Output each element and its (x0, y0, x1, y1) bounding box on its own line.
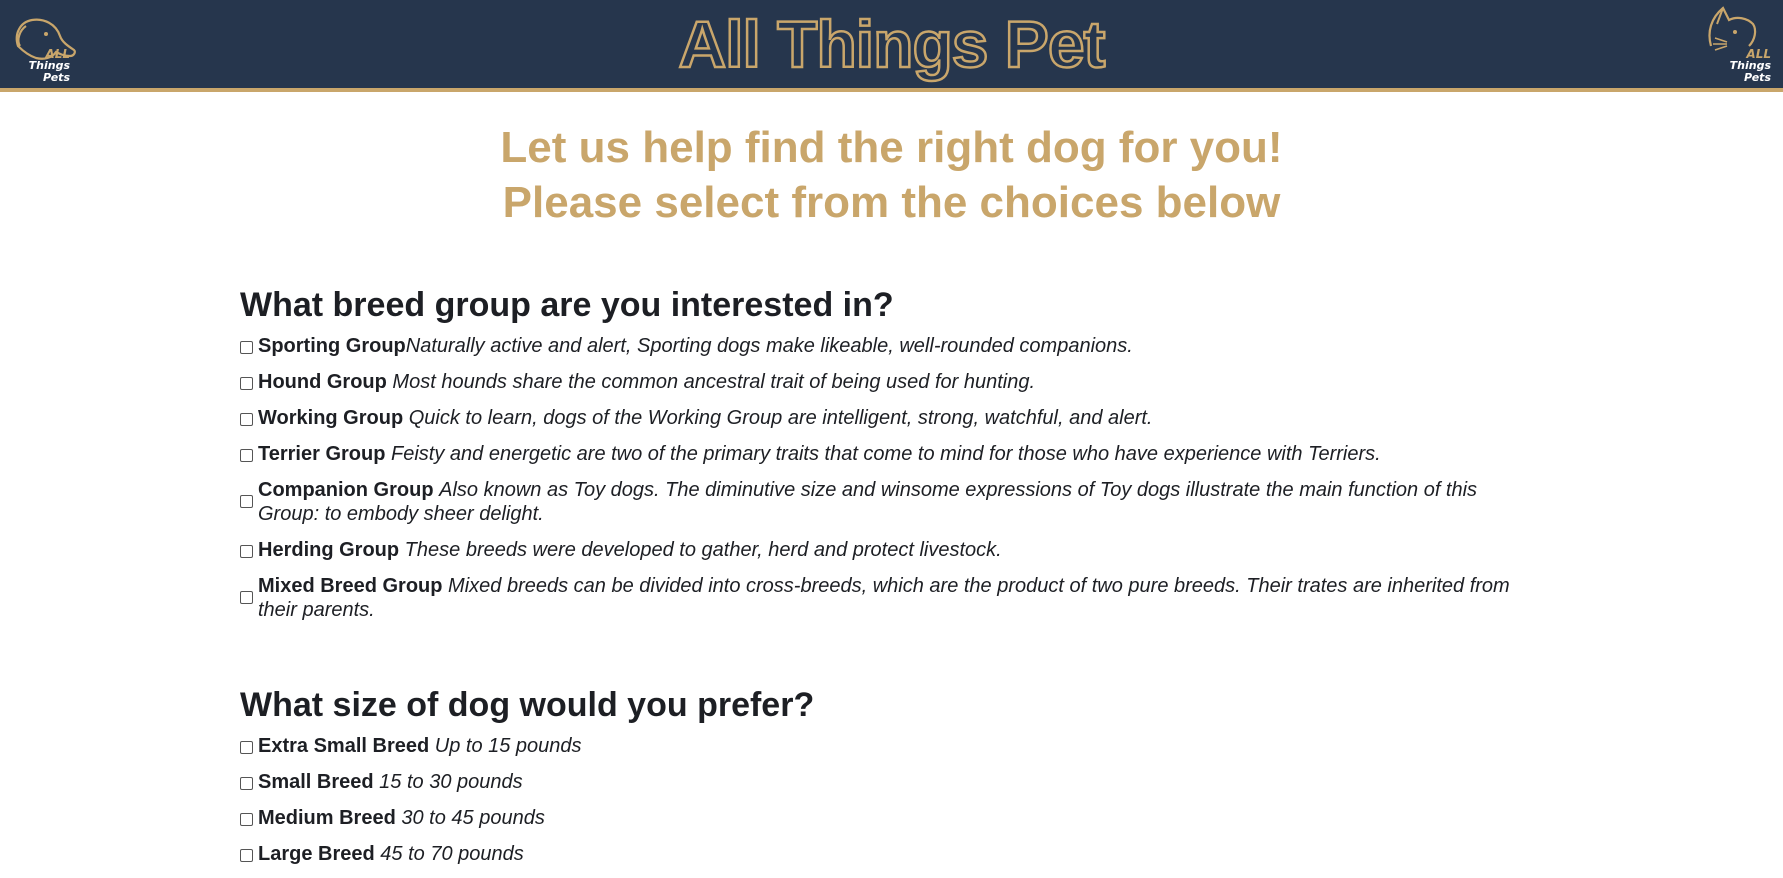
option-description: Mixed breeds can be divided into cross-b… (258, 575, 1510, 621)
option-name: Mixed Breed Group (258, 575, 443, 597)
breed-option-sporting[interactable]: Sporting GroupNaturally active and alert… (240, 334, 1540, 358)
option-name: Terrier Group (258, 443, 386, 465)
option-description: Up to 15 pounds (434, 735, 582, 757)
breed-option-hound[interactable]: Hound Group Most hounds share the common… (240, 370, 1540, 394)
extra-small-checkbox[interactable] (240, 741, 253, 754)
breed-option-terrier[interactable]: Terrier Group Feisty and energetic are t… (240, 442, 1540, 466)
option-description: Quick to learn, dogs of the Working Grou… (408, 407, 1153, 429)
working-checkbox[interactable] (240, 413, 253, 426)
site-header: ALL Things Pets All Things Pet ALL Thing… (0, 0, 1783, 92)
size-option-extra-small[interactable]: Extra Small Breed Up to 15 pounds (240, 734, 1540, 758)
option-name: Sporting Group (258, 335, 406, 357)
size-option-small[interactable]: Small Breed 15 to 30 pounds (240, 770, 1540, 794)
option-description: Naturally active and alert, Sporting dog… (405, 335, 1133, 357)
option-name: Herding Group (258, 539, 400, 561)
option-description: 45 to 70 pounds (380, 843, 524, 865)
size-option-large[interactable]: Large Breed 45 to 70 pounds (240, 842, 1540, 866)
option-name: Medium Breed (258, 807, 396, 829)
companion-checkbox[interactable] (240, 495, 253, 508)
small-checkbox[interactable] (240, 777, 253, 790)
option-name: Working Group (258, 407, 404, 429)
size-option-medium[interactable]: Medium Breed 30 to 45 pounds (240, 806, 1540, 830)
logo-right-name: Things Pets (1729, 59, 1771, 84)
mixed-checkbox[interactable] (240, 591, 253, 604)
breed-option-working[interactable]: Working Group Quick to learn, dogs of th… (240, 406, 1540, 430)
option-name: Extra Small Breed (258, 735, 430, 757)
option-name: Hound Group (258, 371, 387, 393)
option-description: Most hounds share the common ancestral t… (392, 371, 1036, 393)
terrier-checkbox[interactable] (240, 449, 253, 462)
dog-size-section: What size of dog would you prefer? Extra… (240, 685, 1540, 878)
dog-size-heading: What size of dog would you prefer? (240, 686, 815, 724)
option-description: Also known as Toy dogs. The diminutive s… (258, 479, 1478, 525)
option-name: Companion Group (258, 479, 434, 501)
breed-option-mixed[interactable]: Mixed Breed Group Mixed breeds can be di… (240, 574, 1540, 622)
site-logo-right[interactable]: ALL Things Pets (1693, 2, 1777, 84)
intro-line-1: Let us help find the right dog for you! (500, 123, 1283, 172)
breed-group-heading: What breed group are you interested in? (240, 286, 894, 324)
option-name: Large Breed (258, 843, 375, 865)
large-checkbox[interactable] (240, 849, 253, 862)
breed-group-section: What breed group are you interested in? … (240, 285, 1540, 634)
option-description: 15 to 30 pounds (379, 771, 523, 793)
site-title[interactable]: All Things Pet (0, 6, 1783, 83)
intro-heading: Let us help find the right dog for you! … (0, 120, 1783, 230)
option-description: These breeds were developed to gather, h… (404, 539, 1002, 561)
herding-checkbox[interactable] (240, 545, 253, 558)
breed-option-herding[interactable]: Herding Group These breeds were develope… (240, 538, 1540, 562)
option-name: Small Breed (258, 771, 374, 793)
breed-option-companion[interactable]: Companion Group Also known as Toy dogs. … (240, 478, 1540, 526)
option-description: 30 to 45 pounds (401, 807, 545, 829)
sporting-checkbox[interactable] (240, 341, 253, 354)
hound-checkbox[interactable] (240, 377, 253, 390)
medium-checkbox[interactable] (240, 813, 253, 826)
option-description: Feisty and energetic are two of the prim… (391, 443, 1381, 465)
intro-line-2: Please select from the choices below (502, 178, 1281, 227)
